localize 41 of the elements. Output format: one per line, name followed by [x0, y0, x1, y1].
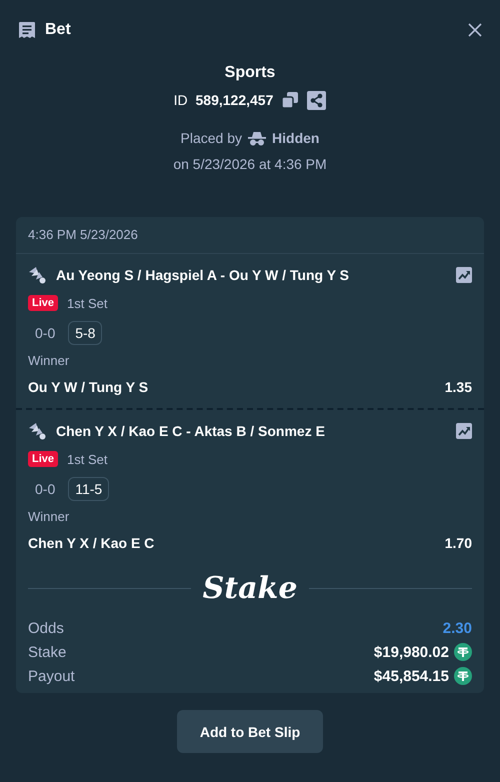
- odds-value: 1.70: [444, 535, 472, 551]
- stats-icon[interactable]: [456, 267, 472, 283]
- amount-value: $19,980.02: [374, 644, 449, 660]
- event-name[interactable]: Chen Y X / Kao E C - Aktas B / Sonmez E: [56, 423, 456, 439]
- period-label: 1st Set: [67, 452, 108, 466]
- score: 0-0: [34, 480, 56, 499]
- score: 0-0: [34, 324, 56, 343]
- period-label: 1st Set: [67, 296, 108, 310]
- add-to-bet-slip-button[interactable]: Add to Bet Slip: [177, 710, 323, 753]
- total-odds: 2.30: [442, 620, 472, 636]
- incognito-icon: [248, 130, 266, 146]
- market-label: Winner: [28, 352, 70, 370]
- selection-name: Chen Y X / Kao E C: [28, 535, 154, 551]
- stats-icon[interactable]: [456, 423, 472, 439]
- bet-category: Sports: [224, 64, 276, 83]
- share-icon[interactable]: [307, 90, 326, 110]
- copy-icon[interactable]: [281, 91, 300, 109]
- summary-label: Odds: [28, 620, 64, 636]
- live-badge: Live: [28, 295, 58, 311]
- placed-date: on 5/23/2026 at 4:36 PM: [172, 156, 328, 174]
- score: 11-5: [68, 477, 110, 501]
- market-label: Winner: [28, 508, 70, 526]
- odds-value: 1.35: [444, 379, 472, 395]
- event-name[interactable]: Au Yeong S / Hagspiel A - Ou Y W / Tung Y S: [56, 267, 456, 283]
- close-icon: [468, 23, 482, 37]
- summary-label: Payout: [28, 668, 75, 684]
- bet-timestamp: 4:36 PM 5/23/2026: [16, 217, 484, 254]
- receipt-icon: [18, 20, 36, 40]
- score: 5-8: [68, 321, 102, 345]
- username: Hidden: [272, 130, 320, 146]
- close-button[interactable]: [468, 23, 482, 37]
- brand-logo: Stake: [202, 570, 298, 606]
- summary-label: Stake: [28, 644, 66, 660]
- tether-icon: [454, 643, 472, 661]
- selection-name: Ou Y W / Tung Y S: [28, 379, 148, 395]
- placed-by-label: Placed by: [180, 130, 242, 146]
- live-badge: Live: [28, 451, 58, 467]
- tether-icon: [454, 667, 472, 685]
- panel-title: Bet: [45, 21, 72, 39]
- amount-value: $45,854.15: [374, 668, 449, 684]
- bet-id: ID 589,122,457: [174, 92, 274, 108]
